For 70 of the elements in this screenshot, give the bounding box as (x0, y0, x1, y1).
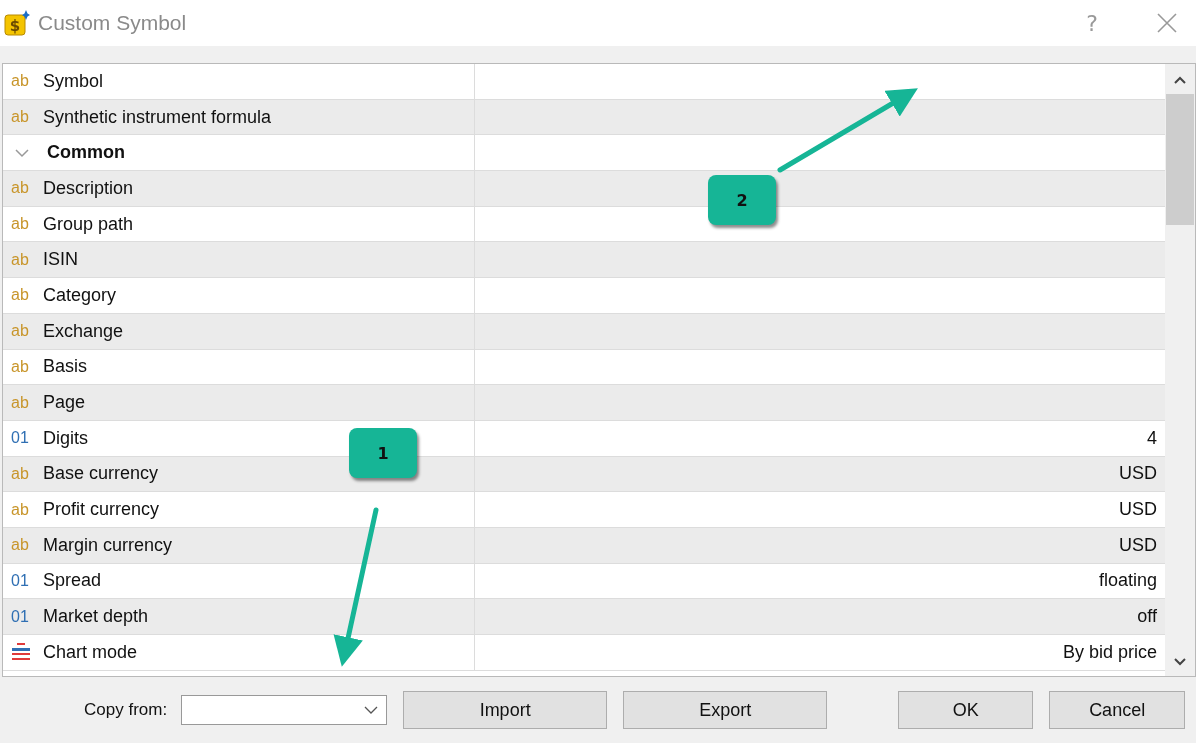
text-type-icon: ab (11, 465, 35, 482)
number-type-icon: 01 (11, 430, 35, 447)
text-type-icon: ab (11, 323, 35, 340)
property-row[interactable]: Common (3, 135, 1165, 172)
property-row[interactable]: ab Category (3, 278, 1165, 314)
text-type-icon: ab (11, 537, 35, 554)
text-type-icon: ab (11, 109, 35, 126)
text-type-icon: ab (11, 287, 35, 304)
property-row[interactable]: ab Profit currency USD (3, 492, 1165, 528)
scroll-thumb[interactable] (1166, 94, 1194, 225)
property-name: Chart mode (43, 641, 138, 663)
property-value: USD (1118, 533, 1158, 557)
text-type-icon: ab (11, 180, 35, 197)
group-heading: Common (47, 142, 125, 164)
close-icon[interactable] (1156, 12, 1178, 34)
property-value: By bid price (1061, 640, 1158, 664)
property-name: Basis (43, 356, 87, 378)
text-type-icon: ab (11, 251, 35, 268)
copy-from-label: Copy from: (84, 700, 168, 720)
dialog-button[interactable]: Cancel (1049, 691, 1186, 729)
property-value: USD (1118, 462, 1158, 486)
property-row[interactable]: ab ISIN (3, 242, 1165, 279)
number-type-icon: 01 (11, 608, 35, 625)
property-row[interactable]: 01 Market depth off (3, 599, 1165, 635)
text-type-icon: ab (11, 216, 35, 233)
property-name: Profit currency (43, 499, 160, 521)
dialog-button[interactable]: OK (898, 691, 1034, 729)
property-row[interactable]: ab Basis (3, 349, 1165, 386)
dialog-button[interactable]: Import (403, 691, 608, 729)
property-name: ISIN (43, 249, 78, 271)
chevron-down-icon (364, 706, 379, 714)
text-type-icon: ab (11, 394, 35, 411)
property-name: Symbol (43, 70, 104, 92)
property-name: Page (43, 392, 86, 414)
property-row[interactable]: ab Group path (3, 206, 1165, 243)
property-row[interactable]: 01 Spread floating (3, 563, 1165, 600)
property-name: Synthetic instrument formula (43, 106, 272, 128)
text-type-icon: ab (11, 73, 35, 90)
property-value: floating (1097, 569, 1158, 593)
property-row[interactable]: ab Margin currency USD (3, 527, 1165, 564)
property-name: Digits (43, 427, 88, 449)
property-row[interactable]: ab Synthetic instrument formula (3, 99, 1165, 136)
copy-from-dropdown[interactable] (181, 695, 388, 725)
property-name: Spread (43, 570, 102, 592)
scroll-up-icon[interactable] (1174, 76, 1186, 84)
property-name: Base currency (43, 463, 159, 485)
property-value: off (1136, 605, 1158, 629)
property-name: Margin currency (43, 534, 173, 556)
property-name: Group path (43, 213, 134, 235)
text-type-icon: ab (11, 358, 35, 375)
callout-badge: 2 (708, 175, 776, 225)
number-type-icon: 01 (11, 572, 35, 589)
property-name: Category (43, 284, 117, 306)
dialog-button[interactable]: Export (623, 691, 828, 729)
property-name: Market depth (43, 606, 149, 628)
property-value: USD (1118, 498, 1158, 522)
property-row[interactable]: ab Exchange (3, 313, 1165, 350)
list-type-icon (11, 642, 31, 663)
property-name: Exchange (43, 320, 124, 342)
property-value: 4 (1146, 426, 1158, 450)
window-title: Custom Symbol (38, 11, 188, 35)
property-row[interactable]: ab Page (3, 385, 1165, 421)
text-type-icon: ab (11, 501, 35, 518)
property-row[interactable]: ab Symbol (3, 64, 1165, 100)
scroll-down-icon[interactable] (1174, 658, 1186, 666)
property-row[interactable]: Chart mode By bid price (3, 635, 1165, 671)
callout-badge: 1 (349, 428, 417, 478)
chevron-icon[interactable] (15, 147, 29, 158)
property-name: Description (43, 177, 134, 199)
scrollbar[interactable] (1165, 64, 1195, 676)
